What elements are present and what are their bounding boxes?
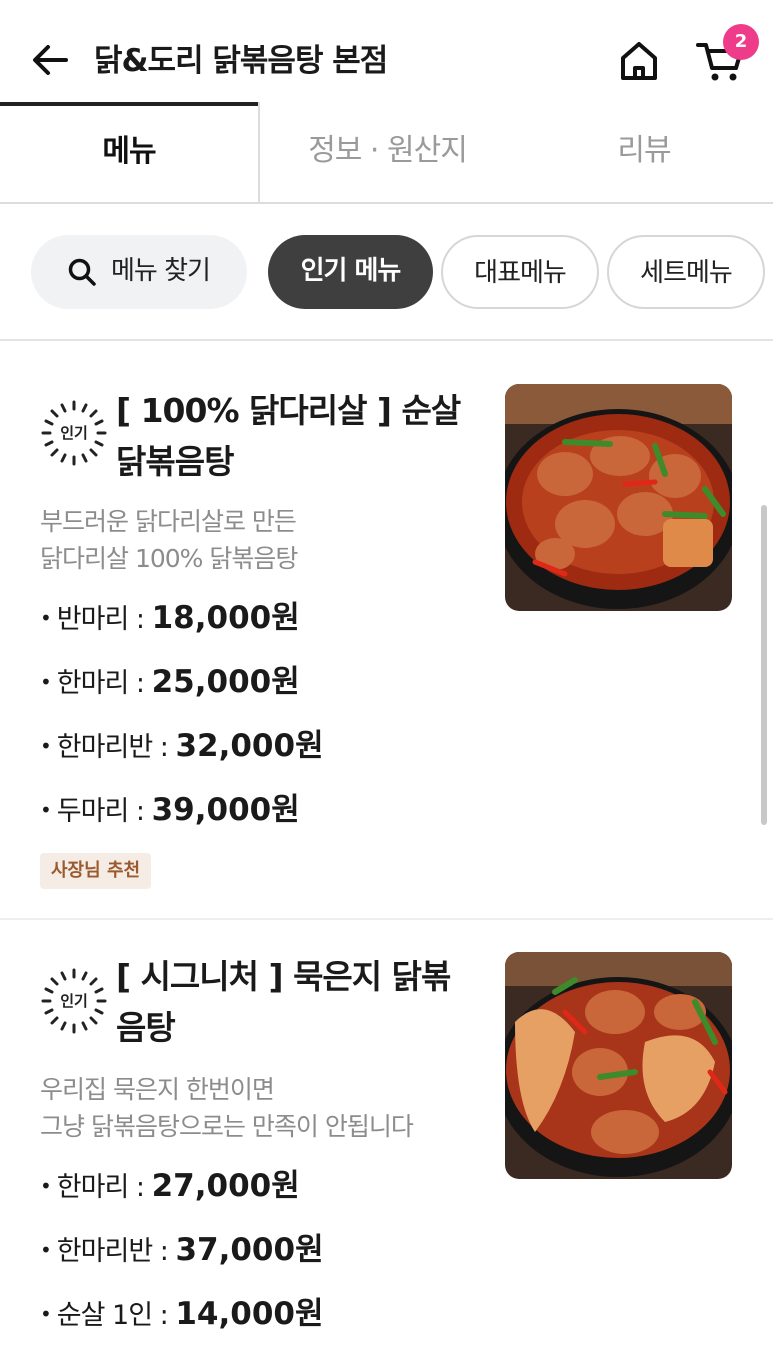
menu-item-name-line: [ 100% 닭다리살 ] 순살 <box>116 391 461 430</box>
menu-item-description-line: 부드러운 닭다리살로 만든 <box>40 507 297 536</box>
menu-item-description-line: 닭다리살 100% 닭볶음탕 <box>40 544 298 573</box>
price-option-label: 한마리반 : <box>56 732 169 763</box>
menu-item-name: [ 시그니처 ] 묵은지 닭볶 음탕 <box>116 951 486 1053</box>
price-amount: 14,000원 <box>175 1296 324 1332</box>
category-chips: 메뉴 찾기 인기 메뉴 대표메뉴 세트메뉴 <box>0 204 773 341</box>
price-amount: 39,000원 <box>151 792 300 828</box>
menu-item-photo[interactable] <box>505 384 732 611</box>
menu-item-description-line: 우리집 묵은지 한번이면 <box>40 1075 275 1104</box>
store-tabs: 메뉴 정보 · 원산지 리뷰 <box>0 102 773 204</box>
price-row: • 한마리 : 25,000원 <box>40 664 300 700</box>
price-row: • 두마리 : 39,000원 <box>40 792 300 828</box>
chip-signature-menu[interactable]: 대표메뉴 <box>441 235 599 309</box>
home-icon <box>621 42 657 80</box>
chip-set-menu[interactable]: 세트메뉴 <box>607 235 765 309</box>
menu-item-description-line: 그냥 닭볶음탕으로는 만족이 안됩니다 <box>40 1112 414 1141</box>
menu-item-name-line: 음탕 <box>116 1008 176 1047</box>
store-title: 닭&도리 닭볶음탕 본점 <box>94 43 388 79</box>
price-option-label: 두마리 : <box>56 796 145 827</box>
popular-badge: 인기 <box>40 967 108 1035</box>
chip-popular-menu[interactable]: 인기 메뉴 <box>268 235 433 309</box>
menu-item-name: [ 100% 닭다리살 ] 순살 닭볶음탕 <box>116 385 486 487</box>
price-amount: 32,000원 <box>175 728 324 764</box>
price-amount: 27,000원 <box>151 1168 300 1204</box>
menu-item-description: 부드러운 닭다리살로 만든 닭다리살 100% 닭볶음탕 <box>40 503 490 577</box>
menu-item[interactable]: 인기 [ 시그니처 ] 묵은지 닭볶 음탕 우리집 묵은지 한번이면 그냥 닭볶… <box>0 921 773 1360</box>
tab-review[interactable]: 리뷰 <box>515 102 773 202</box>
price-option-label: 한마리 : <box>56 1172 145 1203</box>
price-amount: 25,000원 <box>151 664 300 700</box>
price-option-label: 순살 1인 : <box>56 1300 169 1331</box>
price-row: • 순살 1인 : 14,000원 <box>40 1296 324 1332</box>
menu-item-photo[interactable] <box>505 952 732 1179</box>
popular-badge: 인기 <box>40 399 108 467</box>
price-option-label: 반마리 : <box>56 604 145 635</box>
tab-info-origin[interactable]: 정보 · 원산지 <box>258 102 515 202</box>
price-option-label: 한마리 : <box>56 668 145 699</box>
price-row: • 한마리 : 27,000원 <box>40 1168 300 1204</box>
popular-badge-label: 인기 <box>60 424 88 442</box>
owner-recommend-tag: 사장님 추천 <box>40 853 152 889</box>
price-amount: 18,000원 <box>151 600 300 636</box>
price-row: • 반마리 : 18,000원 <box>40 600 300 636</box>
scrollbar[interactable] <box>761 505 767 825</box>
menu-item-name-line: [ 시그니처 ] 묵은지 닭볶 <box>116 957 451 996</box>
popular-badge-label: 인기 <box>60 992 88 1010</box>
price-row: • 한마리반 : 37,000원 <box>40 1232 324 1268</box>
home-button[interactable] <box>614 36 664 86</box>
menu-search-button[interactable]: 메뉴 찾기 <box>31 235 247 309</box>
cart-count-badge: 2 <box>723 24 759 60</box>
braised-chicken-photo <box>505 384 732 611</box>
menu-item-name-line: 닭볶음탕 <box>116 442 234 481</box>
price-row: • 한마리반 : 32,000원 <box>40 728 324 764</box>
app-header: 닭&도리 닭볶음탕 본점 2 <box>0 0 773 102</box>
kimchi-chicken-photo <box>505 952 732 1179</box>
menu-search-label: 메뉴 찾기 <box>111 256 211 286</box>
search-icon <box>68 258 96 286</box>
price-amount: 37,000원 <box>175 1232 324 1268</box>
back-button[interactable] <box>28 38 72 82</box>
menu-item-description: 우리집 묵은지 한번이면 그냥 닭볶음탕으로는 만족이 안됩니다 <box>40 1071 490 1145</box>
price-option-label: 한마리반 : <box>56 1236 169 1267</box>
arrow-left-icon <box>33 45 68 75</box>
tab-menu[interactable]: 메뉴 <box>0 102 258 202</box>
menu-item[interactable]: 인기 [ 100% 닭다리살 ] 순살 닭볶음탕 부드러운 닭다리살로 만든 닭… <box>0 341 773 920</box>
